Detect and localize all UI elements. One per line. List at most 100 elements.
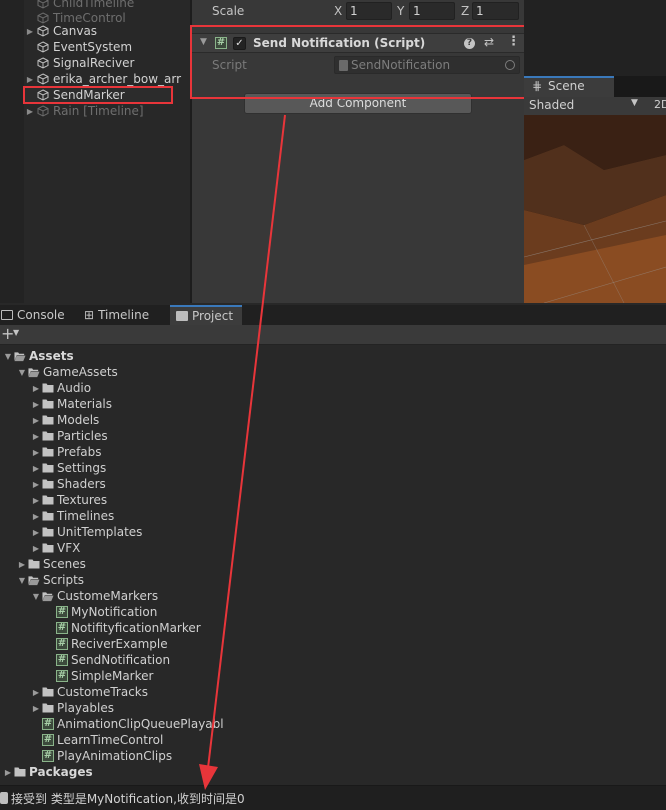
foldout-arrow-icon[interactable]: ▶ bbox=[30, 528, 42, 537]
folder-item[interactable]: ▶ Models bbox=[30, 412, 99, 428]
folder-item[interactable]: ▼ CustomeMarkers bbox=[30, 588, 158, 604]
folder-icon bbox=[42, 542, 54, 554]
status-message[interactable]: 接受到 类型是MyNotification,收到时间是0 bbox=[11, 790, 245, 807]
foldout-arrow-icon[interactable]: ▶ bbox=[24, 75, 36, 84]
scale-z-label[interactable]: Z bbox=[461, 4, 469, 18]
folder-item[interactable]: ▶ CustomeTracks bbox=[30, 684, 148, 700]
scene-viewport[interactable] bbox=[524, 115, 666, 303]
folder-item[interactable]: ▶ Particles bbox=[30, 428, 108, 444]
foldout-arrow-icon[interactable]: ▼ bbox=[200, 37, 207, 47]
tree-item-label: Packages bbox=[29, 765, 93, 779]
tab-scene[interactable]: ⋕ Scene bbox=[524, 76, 614, 97]
folder-item[interactable]: ▶ Materials bbox=[30, 396, 112, 412]
foldout-arrow-icon[interactable]: ▼ bbox=[2, 352, 14, 361]
hierarchy-item[interactable]: EventSystem bbox=[24, 39, 190, 55]
hierarchy-item-label: ChildTimeline bbox=[53, 0, 135, 10]
unity-editor: ChildTimeline TimeControl ▶ Canvas EventSyst… bbox=[0, 0, 666, 810]
tree-item-label: UnitTemplates bbox=[57, 525, 143, 539]
kebab-menu-icon[interactable]: ⋮ bbox=[507, 34, 520, 49]
tree-item-label: Playables bbox=[57, 701, 114, 715]
foldout-arrow-icon[interactable]: ▼ bbox=[30, 592, 42, 601]
shading-mode-dropdown[interactable]: Shaded bbox=[529, 98, 574, 112]
gameobject-cube-icon bbox=[36, 56, 50, 70]
tree-item-label: Shaders bbox=[57, 477, 106, 491]
bottom-tab-bar: Console ⊞ Timeline Project bbox=[0, 305, 666, 325]
hierarchy-item[interactable]: SignalReciver bbox=[24, 55, 190, 71]
scale-z-field[interactable]: 1 bbox=[472, 2, 519, 20]
object-picker-icon[interactable] bbox=[505, 60, 515, 70]
tab-project[interactable]: Project bbox=[170, 305, 242, 325]
2d-toggle[interactable]: 2D bbox=[654, 98, 666, 111]
hierarchy-item[interactable]: ▶ Rain [Timeline] bbox=[24, 103, 190, 119]
hierarchy-item-label: erika_archer_bow_arr bbox=[53, 72, 182, 86]
script-asset-item[interactable]: # SimpleMarker bbox=[44, 668, 153, 684]
foldout-arrow-icon[interactable]: ▶ bbox=[2, 768, 14, 777]
script-asset-item[interactable]: # PlayAnimationClips bbox=[30, 748, 172, 764]
chevron-down-icon[interactable]: ▼ bbox=[631, 98, 638, 108]
foldout-arrow-icon[interactable]: ▶ bbox=[30, 704, 42, 713]
foldout-arrow-icon[interactable]: ▶ bbox=[30, 416, 42, 425]
folder-item[interactable]: ▶ UnitTemplates bbox=[30, 524, 143, 540]
foldout-arrow-icon[interactable]: ▶ bbox=[30, 496, 42, 505]
help-icon[interactable]: ? bbox=[464, 38, 475, 49]
foldout-arrow-icon[interactable]: ▶ bbox=[30, 688, 42, 697]
folder-item[interactable]: ▶ VFX bbox=[30, 540, 80, 556]
script-object-field[interactable]: SendNotification bbox=[334, 56, 520, 74]
scale-x-label[interactable]: X bbox=[334, 4, 342, 18]
foldout-arrow-icon[interactable]: ▶ bbox=[30, 400, 42, 409]
folder-item[interactable]: ▶ Audio bbox=[30, 380, 91, 396]
presets-icon[interactable]: ⇄ bbox=[484, 35, 494, 49]
scale-y-label[interactable]: Y bbox=[397, 4, 404, 18]
folder-item[interactable]: ▶ Shaders bbox=[30, 476, 106, 492]
foldout-arrow-icon[interactable]: ▶ bbox=[16, 560, 28, 569]
foldout-arrow-icon[interactable]: ▼ bbox=[16, 368, 28, 377]
script-field-label: Script bbox=[212, 58, 247, 72]
tab-console[interactable]: Console bbox=[0, 305, 80, 325]
foldout-arrow-icon[interactable]: ▶ bbox=[30, 448, 42, 457]
tree-item-label: Models bbox=[57, 413, 100, 427]
foldout-arrow-icon[interactable]: ▶ bbox=[30, 544, 42, 553]
script-asset-item[interactable]: # NotifityficationMarker bbox=[44, 620, 201, 636]
tree-item-label: Scenes bbox=[43, 557, 86, 571]
script-asset-item[interactable]: # SendNotification bbox=[44, 652, 170, 668]
folder-item[interactable]: ▼ Assets bbox=[2, 348, 74, 364]
script-asset-item[interactable]: # ReciverExample bbox=[44, 636, 168, 652]
foldout-arrow-icon[interactable]: ▶ bbox=[30, 432, 42, 441]
folder-item[interactable]: ▼ GameAssets bbox=[16, 364, 118, 380]
folder-item[interactable]: ▶ Packages bbox=[2, 764, 93, 780]
folder-icon bbox=[42, 414, 54, 426]
foldout-arrow-icon[interactable]: ▶ bbox=[24, 107, 36, 116]
folder-item[interactable]: ▶ Prefabs bbox=[30, 444, 102, 460]
hierarchy-item[interactable]: ▶ erika_archer_bow_arr bbox=[24, 71, 190, 87]
hierarchy-item[interactable]: ▶ Canvas bbox=[24, 23, 190, 39]
tree-item-label: Timelines bbox=[57, 509, 115, 523]
foldout-arrow-icon[interactable]: ▶ bbox=[30, 512, 42, 521]
enable-checkbox[interactable]: ✓ bbox=[233, 37, 246, 50]
component-header[interactable]: ▼ # ✓ Send Notification (Script) ? ⇄ ⋮ bbox=[192, 33, 526, 53]
folder-item[interactable]: ▼ Scripts bbox=[16, 572, 84, 588]
foldout-arrow-icon[interactable]: ▶ bbox=[24, 27, 36, 36]
foldout-arrow-icon[interactable]: ▶ bbox=[30, 464, 42, 473]
chevron-down-icon[interactable]: ▼ bbox=[13, 328, 19, 337]
scene-grid-icon: ⋕ bbox=[532, 79, 543, 93]
folder-item[interactable]: ▶ Settings bbox=[30, 460, 106, 476]
folder-item[interactable]: ▶ Textures bbox=[30, 492, 107, 508]
csharp-script-icon: # bbox=[56, 670, 68, 682]
tab-timeline[interactable]: ⊞ Timeline bbox=[84, 305, 168, 325]
scale-y-field[interactable]: 1 bbox=[409, 2, 455, 20]
scale-x-field[interactable]: 1 bbox=[346, 2, 392, 20]
hierarchy-item[interactable]: SendMarker bbox=[23, 86, 173, 104]
folder-item[interactable]: ▶ Playables bbox=[30, 700, 114, 716]
foldout-arrow-icon[interactable]: ▶ bbox=[30, 384, 42, 393]
script-asset-item[interactable]: # LearnTimeControl bbox=[30, 732, 163, 748]
script-asset-item[interactable]: # MyNotification bbox=[44, 604, 157, 620]
foldout-arrow-icon[interactable]: ▼ bbox=[16, 576, 28, 585]
folder-item[interactable]: ▶ Scenes bbox=[16, 556, 86, 572]
status-bar[interactable]: 接受到 类型是MyNotification,收到时间是0 bbox=[0, 785, 666, 810]
folder-icon bbox=[42, 478, 54, 490]
folder-item[interactable]: ▶ Timelines bbox=[30, 508, 114, 524]
foldout-arrow-icon[interactable]: ▶ bbox=[30, 480, 42, 489]
csharp-script-icon: # bbox=[56, 622, 68, 634]
script-asset-item[interactable]: # AnimationClipQueuePlayabl bbox=[30, 716, 224, 732]
folder-icon bbox=[42, 702, 54, 714]
